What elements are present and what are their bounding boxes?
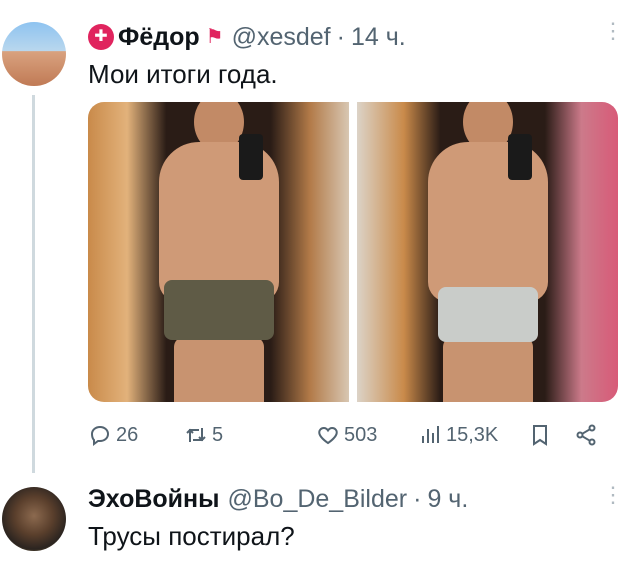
- views-icon: [422, 426, 439, 443]
- tweet[interactable]: ✚ Фёдор ⚑ @xesdef · 14 ч. ⋮ Мои итоги го…: [0, 0, 640, 473]
- author-name[interactable]: ЭхоВойны: [88, 484, 219, 514]
- author-name[interactable]: Фёдор: [118, 22, 200, 52]
- reply-count: 26: [116, 423, 139, 446]
- bookmark-button[interactable]: [528, 418, 552, 452]
- view-count: 15,3K: [446, 423, 499, 446]
- more-vertical-icon[interactable]: ⋮: [602, 484, 624, 506]
- timestamp[interactable]: 14 ч.: [351, 22, 406, 52]
- tweet-text: Трусы постирал?: [88, 521, 295, 551]
- author-handle[interactable]: @xesdef: [232, 22, 331, 52]
- like-button[interactable]: 503: [316, 418, 377, 452]
- author-handle[interactable]: @Bo_De_Bilder: [227, 484, 407, 514]
- person-legs: [173, 337, 264, 402]
- tweet-header: ✚ Фёдор ⚑ @xesdef · 14 ч.: [88, 22, 406, 52]
- phone-in-hand: [239, 134, 264, 180]
- share-button[interactable]: [574, 418, 598, 452]
- red-flag-icon: ⚑: [205, 26, 224, 48]
- phone-in-hand: [508, 134, 533, 180]
- photo-before[interactable]: [88, 102, 349, 402]
- person-legs: [442, 337, 533, 402]
- like-count: 503: [344, 423, 378, 446]
- separator-dot: ·: [413, 485, 422, 513]
- lifebuoy-icon: ✚: [88, 24, 114, 50]
- share-icon: [576, 424, 596, 446]
- tweet-text: Мои итоги года.: [88, 59, 278, 89]
- tweet-media[interactable]: [88, 102, 618, 402]
- tweet-actions: 26 5 503 15,3K: [88, 418, 618, 452]
- retweet-icon: [186, 428, 206, 442]
- timestamp[interactable]: 9 ч.: [427, 484, 468, 514]
- heart-icon: [318, 426, 338, 445]
- reply-icon: [90, 425, 110, 446]
- views-button[interactable]: 15,3K: [418, 418, 498, 452]
- person-shorts: [163, 280, 274, 340]
- bookmark-icon: [533, 425, 547, 446]
- retweet-button[interactable]: 5: [184, 418, 223, 452]
- reply-button[interactable]: 26: [88, 418, 138, 452]
- thread-line: [32, 95, 35, 473]
- tweet-header: ЭхоВойны @Bo_De_Bilder · 9 ч.: [88, 484, 468, 514]
- photo-after[interactable]: [357, 102, 618, 402]
- avatar[interactable]: [2, 487, 66, 551]
- avatar[interactable]: [2, 22, 66, 86]
- person-shorts: [437, 287, 538, 342]
- more-vertical-icon[interactable]: ⋮: [602, 20, 624, 42]
- retweet-count: 5: [212, 423, 224, 446]
- separator-dot: ·: [336, 23, 345, 51]
